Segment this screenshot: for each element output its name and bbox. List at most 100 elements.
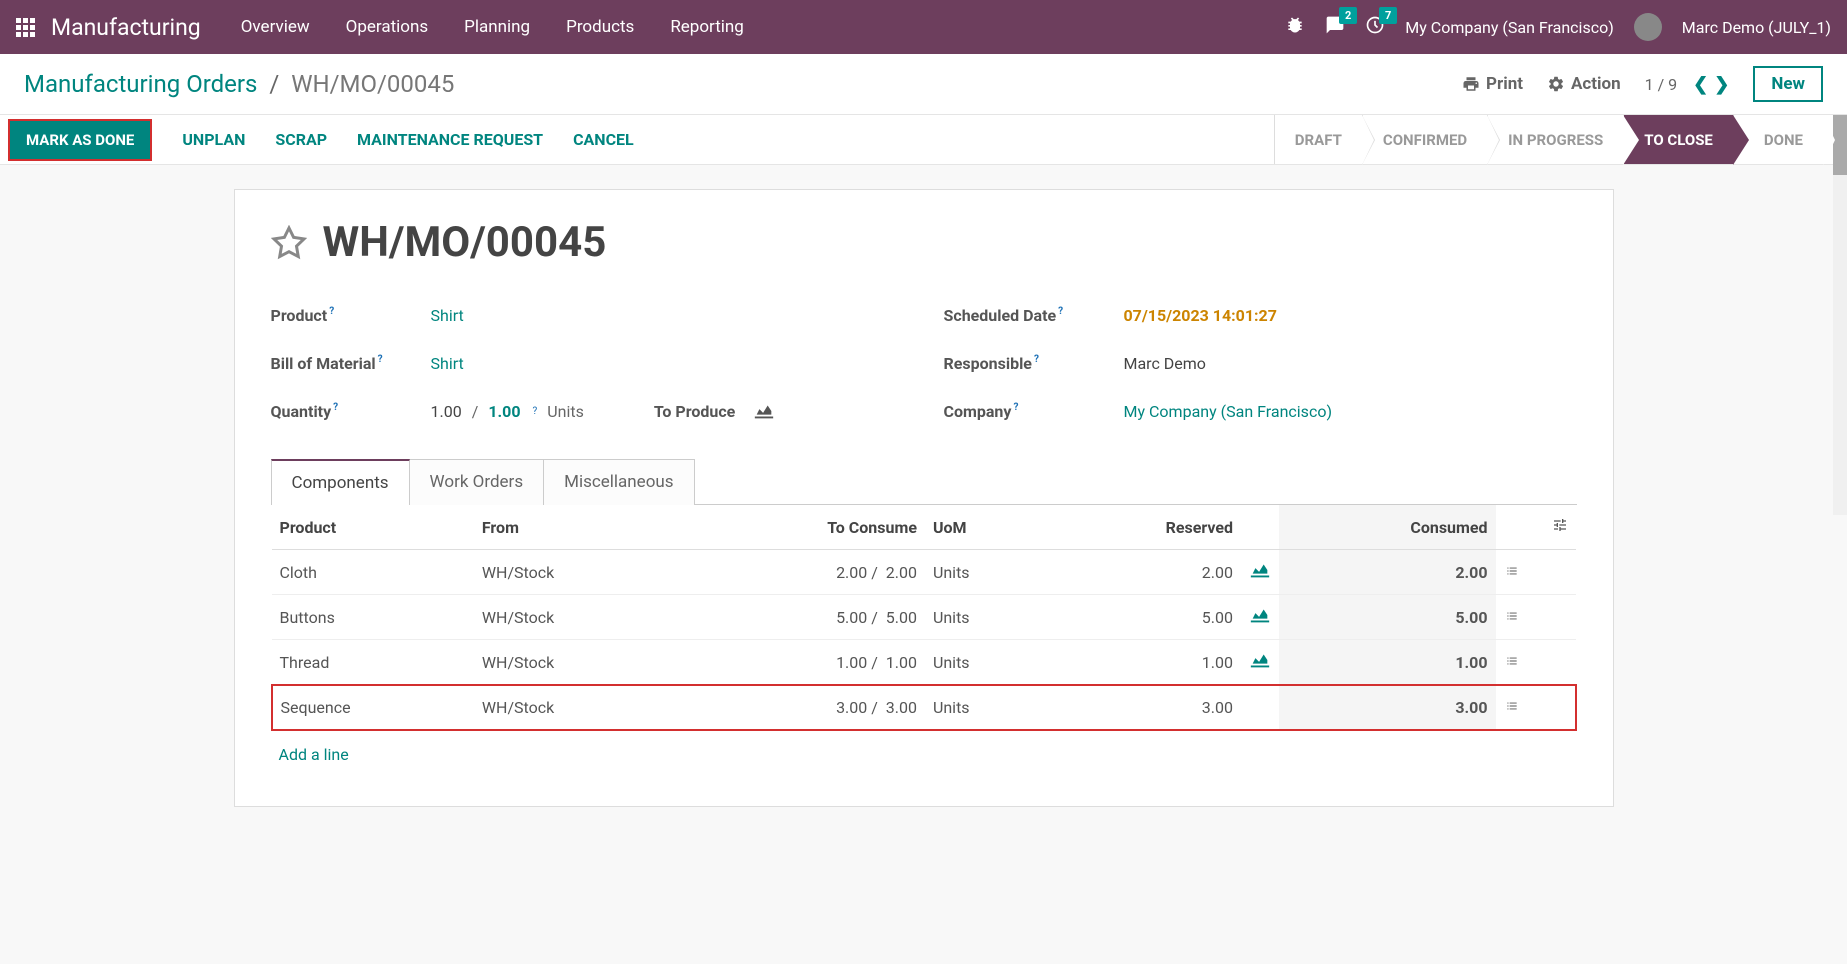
cell-details-icon[interactable] [1496, 640, 1536, 686]
pager-prev[interactable]: ❮ [1693, 74, 1708, 95]
cell-product: Cloth [272, 550, 474, 595]
table-row[interactable]: Cloth WH/Stock 2.00 / 2.00 Units 2.00 2.… [272, 550, 1576, 595]
cell-product: Buttons [272, 595, 474, 640]
components-table: Product From To Consume UoM Reserved Con… [271, 505, 1577, 731]
cell-consumed[interactable]: 2.00 [1279, 550, 1496, 595]
cell-reserved: 3.00 [1047, 685, 1241, 730]
th-uom: UoM [925, 505, 1047, 550]
help-icon[interactable]: ? [1058, 306, 1063, 317]
status-in-progress[interactable]: IN PROGRESS [1487, 115, 1623, 164]
help-icon[interactable]: ? [533, 406, 538, 417]
cell-consumed[interactable]: 1.00 [1279, 640, 1496, 686]
cell-consumed[interactable]: 5.00 [1279, 595, 1496, 640]
user-avatar[interactable] [1634, 13, 1662, 41]
cell-reserved: 2.00 [1047, 550, 1241, 595]
status-draft[interactable]: DRAFT [1274, 115, 1362, 164]
cell-uom: Units [925, 685, 1047, 730]
help-icon[interactable]: ? [1013, 402, 1018, 413]
cancel-button[interactable]: CANCEL [573, 130, 634, 149]
nav-menu: Overview Operations Planning Products Re… [241, 17, 744, 37]
cell-details-icon[interactable] [1496, 685, 1536, 730]
nav-products[interactable]: Products [566, 17, 634, 37]
qty-value[interactable]: 1.00 [431, 402, 462, 421]
cell-to-consume: 5.00 / 5.00 [679, 595, 925, 640]
cell-to-consume: 1.00 / 1.00 [679, 640, 925, 686]
cell-forecast-icon[interactable] [1241, 685, 1279, 730]
cell-details-icon[interactable] [1496, 550, 1536, 595]
forecast-icon[interactable] [753, 403, 775, 419]
cell-consumed[interactable]: 3.00 [1279, 685, 1496, 730]
company-value[interactable]: My Company (San Francisco) [1124, 402, 1333, 421]
column-settings-icon[interactable] [1552, 518, 1568, 537]
cell-from: WH/Stock [474, 595, 679, 640]
new-button[interactable]: New [1753, 66, 1823, 102]
cell-forecast-icon[interactable] [1241, 550, 1279, 595]
tab-work-orders[interactable]: Work Orders [409, 459, 545, 505]
help-icon[interactable]: ? [1034, 354, 1039, 365]
app-title: Manufacturing [51, 14, 201, 41]
user-menu[interactable]: Marc Demo (JULY_1) [1682, 18, 1831, 37]
star-icon[interactable] [271, 225, 307, 261]
print-button[interactable]: Print [1462, 74, 1523, 94]
table-row[interactable]: Buttons WH/Stock 5.00 / 5.00 Units 5.00 … [272, 595, 1576, 640]
cell-to-consume: 3.00 / 3.00 [679, 685, 925, 730]
help-icon[interactable]: ? [333, 402, 338, 413]
bom-label: Bill of Material [271, 354, 376, 373]
to-produce-label: To Produce [654, 402, 735, 421]
statusbar: DRAFT CONFIRMED IN PROGRESS TO CLOSE DON… [1274, 115, 1823, 164]
cell-reserved: 1.00 [1047, 640, 1241, 686]
nav-reporting[interactable]: Reporting [670, 17, 744, 37]
add-line-button[interactable]: Add a line [271, 731, 1577, 778]
form-sheet: WH/MO/00045 Product? Shirt Scheduled Dat… [234, 189, 1614, 807]
help-icon[interactable]: ? [329, 306, 334, 317]
th-to-consume: To Consume [679, 505, 925, 550]
company-selector[interactable]: My Company (San Francisco) [1405, 18, 1614, 37]
activities-badge: 7 [1379, 7, 1397, 24]
topbar-right: 2 7 My Company (San Francisco) Marc Demo… [1285, 13, 1831, 41]
nav-overview[interactable]: Overview [241, 17, 310, 37]
cell-details-icon[interactable] [1496, 595, 1536, 640]
cell-product: Thread [272, 640, 474, 686]
pager: 1 / 9 ❮ ❯ [1645, 74, 1730, 95]
unplan-button[interactable]: UNPLAN [182, 130, 245, 149]
control-panel: Manufacturing Orders / WH/MO/00045 Print… [0, 54, 1847, 115]
table-row[interactable]: Thread WH/Stock 1.00 / 1.00 Units 1.00 1… [272, 640, 1576, 686]
breadcrumb-root[interactable]: Manufacturing Orders [24, 70, 257, 98]
nav-planning[interactable]: Planning [464, 17, 530, 37]
status-to-close[interactable]: TO CLOSE [1623, 115, 1733, 164]
maintenance-button[interactable]: MAINTENANCE REQUEST [357, 130, 543, 149]
product-value[interactable]: Shirt [431, 306, 464, 325]
responsible-value[interactable]: Marc Demo [1124, 354, 1206, 373]
help-icon[interactable]: ? [378, 354, 383, 365]
messages-icon[interactable]: 2 [1325, 15, 1345, 39]
mo-title: WH/MO/00045 [323, 218, 607, 267]
cell-from: WH/Stock [474, 550, 679, 595]
tab-miscellaneous[interactable]: Miscellaneous [543, 459, 694, 505]
action-button[interactable]: Action [1547, 74, 1621, 94]
nav-operations[interactable]: Operations [346, 17, 429, 37]
scheduled-value[interactable]: 07/15/2023 14:01:27 [1124, 306, 1277, 325]
mark-done-button[interactable]: MARK AS DONE [8, 119, 152, 161]
content-area: WH/MO/00045 Product? Shirt Scheduled Dat… [0, 165, 1847, 831]
bom-value[interactable]: Shirt [431, 354, 464, 373]
qty-label: Quantity [271, 402, 332, 421]
pager-next[interactable]: ❯ [1714, 74, 1729, 95]
scrollbar[interactable] [1833, 115, 1847, 515]
scheduled-label: Scheduled Date [944, 306, 1057, 325]
debug-icon[interactable] [1285, 15, 1305, 39]
product-label: Product [271, 306, 328, 325]
apps-menu-icon[interactable] [16, 18, 35, 37]
scrap-button[interactable]: SCRAP [275, 130, 327, 149]
th-reserved: Reserved [1047, 505, 1241, 550]
table-row[interactable]: Sequence WH/Stock 3.00 / 3.00 Units 3.00… [272, 685, 1576, 730]
responsible-label: Responsible [944, 354, 1032, 373]
cell-reserved: 5.00 [1047, 595, 1241, 640]
tab-components[interactable]: Components [271, 459, 410, 505]
activities-icon[interactable]: 7 [1365, 15, 1385, 39]
cell-uom: Units [925, 550, 1047, 595]
company-label: Company [944, 402, 1012, 421]
cell-forecast-icon[interactable] [1241, 640, 1279, 686]
cell-uom: Units [925, 640, 1047, 686]
status-confirmed[interactable]: CONFIRMED [1362, 115, 1487, 164]
cell-forecast-icon[interactable] [1241, 595, 1279, 640]
